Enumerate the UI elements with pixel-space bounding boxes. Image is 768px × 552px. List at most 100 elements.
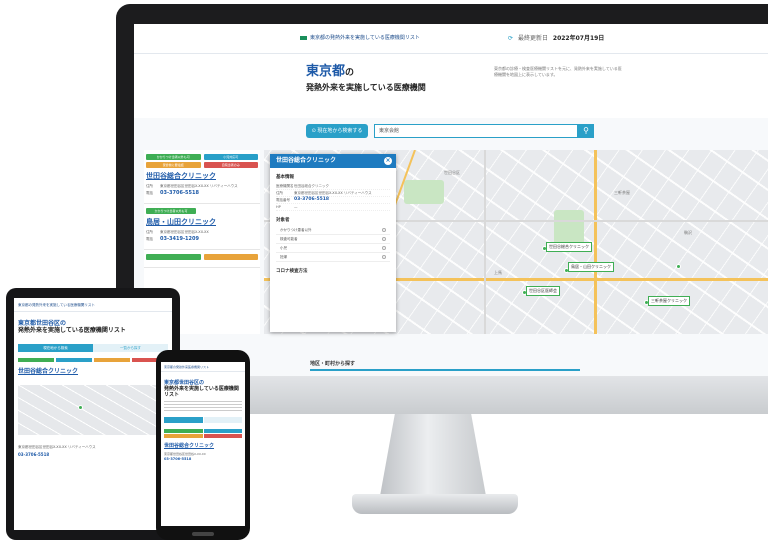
list-item[interactable]: かかりつけ患者以外も可 鳥居・山田クリニック 住所 東京都世田谷区世田谷X-XX-… bbox=[144, 204, 260, 250]
detail-key: HP bbox=[276, 205, 281, 209]
tablet-page-title: 東京都世田谷区の 発熱外来を実施している医療機関リスト bbox=[18, 320, 168, 334]
map-marker-label[interactable]: 鳥居・山田クリニック bbox=[568, 262, 614, 272]
map-place-label: 駒沢 bbox=[684, 230, 692, 235]
map-marker-label[interactable]: 三軒茶屋クリニック bbox=[648, 296, 690, 306]
badge bbox=[18, 358, 54, 362]
detail-key: 住所 bbox=[276, 191, 283, 195]
address-value: 東京都世田谷区世田谷X-XX-XX bbox=[160, 230, 209, 234]
location-button-label: 現在地から検索する bbox=[317, 128, 363, 134]
search-button[interactable]: ⚲ bbox=[578, 124, 594, 138]
close-icon[interactable]: × bbox=[384, 157, 392, 165]
tablet-button-row: 現在地から検索 一覧から探す bbox=[18, 344, 168, 352]
park-area bbox=[404, 180, 444, 204]
hero-note: 東京都の診療・検査医療機関リストを元に、発熱外来を実施している医療機関を地図上に… bbox=[494, 66, 622, 77]
phone-link[interactable]: 03-3706-5518 bbox=[18, 452, 168, 457]
search-input[interactable]: 東京会館 bbox=[374, 124, 578, 138]
detail-row: 医療機関名 世田谷総合クリニック bbox=[276, 183, 390, 190]
phone-link[interactable]: 03-3419-1209 bbox=[160, 237, 199, 242]
tablet-device: 東京都の発熱外来を実施している医療機関リスト 東京都世田谷区の 発熱外来を実施して… bbox=[6, 288, 180, 540]
map-marker-label[interactable]: 世田谷総合クリニック bbox=[546, 242, 592, 252]
update-label: 最終更新日 bbox=[517, 35, 548, 42]
detail-row: HP — bbox=[276, 204, 390, 211]
section-heading: 基本情報 bbox=[276, 175, 294, 180]
badge bbox=[146, 254, 201, 260]
badge bbox=[164, 434, 203, 438]
list-item[interactable]: かかりつけ患者以外も可 小児対応可 受診前に要電話 自院患者のみ 世田谷総合クリ… bbox=[144, 150, 260, 204]
logo-icon bbox=[300, 35, 307, 40]
home-indicator bbox=[192, 532, 214, 536]
phone-button-row bbox=[164, 417, 242, 423]
address-row: 住所 東京都世田谷区世田谷X-XX-XX bbox=[146, 230, 258, 235]
target-label: かかりつけ患者以外 bbox=[280, 228, 312, 232]
monitor-base bbox=[352, 494, 518, 514]
detail-key: 医療機関名 bbox=[276, 184, 294, 188]
target-label: 妊婦 bbox=[280, 255, 287, 259]
phone-label: 電話 bbox=[146, 237, 153, 241]
address-label: 住所 bbox=[146, 184, 153, 188]
tablet-header[interactable]: 東京都の発熱外来を実施している医療機関リスト bbox=[14, 298, 172, 312]
map-place-label: 上馬 bbox=[494, 270, 502, 275]
badge: 受診前に要電話 bbox=[146, 162, 201, 168]
location-search-button[interactable]: ⊙ 現在地から検索する bbox=[306, 124, 368, 138]
target-row: 妊婦 bbox=[276, 253, 390, 262]
clinic-name[interactable]: 世田谷総合クリニック bbox=[164, 442, 242, 449]
detail-value: 東京都世田谷区世田谷X-XX-XX リバティーハウス bbox=[294, 191, 372, 195]
logo-text: 東京都の発熱外来を実施している医療機関リスト bbox=[310, 35, 420, 41]
clinic-name[interactable]: 世田谷総合クリニック bbox=[18, 366, 168, 375]
clinic-detail-popup: 世田谷総合クリニック × 基本情報 医療機関名 世田谷総合クリニック 住所 東京都世… bbox=[270, 154, 396, 332]
address-row: 住所 東京都世田谷区世田谷X-XX-XX リバティーハウス bbox=[146, 184, 258, 189]
target-label: 検査可能者 bbox=[280, 237, 298, 241]
badge: かかりつけ患者以外も可 bbox=[146, 208, 196, 214]
detail-key: 電話番号 bbox=[276, 198, 290, 202]
phone-link[interactable]: 03-3706-5518 bbox=[164, 457, 242, 461]
circle-icon bbox=[382, 255, 386, 259]
map-place-label: 三軒茶屋 bbox=[614, 190, 630, 195]
last-updated: ⟳ 最終更新日 2022年07月19日 bbox=[508, 33, 604, 42]
target-label: 小児 bbox=[280, 246, 287, 250]
popup-header: 世田谷総合クリニック × bbox=[270, 154, 396, 168]
circle-icon bbox=[382, 246, 386, 250]
badge bbox=[203, 254, 258, 260]
detail-value: — bbox=[294, 205, 298, 209]
map-pin[interactable] bbox=[78, 405, 83, 410]
address-label: 住所 bbox=[146, 230, 153, 234]
location-search-button[interactable]: 現在地から検索 bbox=[18, 344, 93, 352]
clinic-name[interactable]: 世田谷総合クリニック bbox=[146, 171, 258, 181]
phone-screen: 東京都の発熱外来医療機関リスト 東京都世田谷区の 発熱外来を実施している医療機関リ… bbox=[161, 362, 245, 526]
major-road bbox=[594, 150, 597, 334]
map-place-label: 世田谷区 bbox=[444, 170, 460, 175]
badge-row: かかりつけ患者以外も可 小児対応可 bbox=[146, 154, 258, 160]
section-heading: 対象者 bbox=[276, 218, 290, 223]
tablet-map[interactable] bbox=[18, 385, 168, 435]
phone-link[interactable]: 03-3706-5518 bbox=[160, 191, 199, 196]
text-block bbox=[164, 401, 242, 411]
map-marker-label[interactable]: 世田谷区医師会 bbox=[526, 286, 560, 296]
region-heading: 地区・町村から探す bbox=[310, 361, 356, 367]
badge-row bbox=[18, 358, 168, 362]
detail-row: 住所 東京都世田谷区世田谷X-XX-XX リバティーハウス bbox=[276, 190, 390, 197]
site-header: 東京都の発熱外来を実施している医療機関リスト ⟳ 最終更新日 2022年07月1… bbox=[134, 24, 768, 54]
list-search-button[interactable] bbox=[203, 417, 242, 423]
badge: 自院患者のみ bbox=[203, 162, 258, 168]
location-search-button[interactable] bbox=[164, 417, 203, 423]
address-value: 東京都世田谷区世田谷X-XX-XX リバティーハウス bbox=[160, 184, 238, 188]
circle-icon bbox=[382, 237, 386, 241]
hero: 東京都の 発熱外来を実施している医療機関 東京都の診療・検査医療機関リストを元に… bbox=[134, 54, 768, 118]
phone-device: 東京都の発熱外来医療機関リスト 東京都世田谷区の 発熱外来を実施している医療機関リ… bbox=[156, 350, 250, 540]
title-highlight: 東京都世田谷区の bbox=[18, 320, 67, 327]
popup-title: 世田谷総合クリニック bbox=[276, 157, 337, 164]
clinic-name[interactable]: 鳥居・山田クリニック bbox=[146, 217, 258, 227]
map-pin[interactable] bbox=[676, 264, 681, 269]
desktop-screen: 東京都の発熱外来を実施している医療機関リスト ⟳ 最終更新日 2022年07月1… bbox=[134, 24, 768, 378]
update-date: 2022年07月19日 bbox=[552, 35, 605, 42]
phone-header[interactable]: 東京都の発熱外来医療機関リスト bbox=[161, 362, 245, 372]
badge bbox=[203, 434, 242, 438]
detail-value: 世田谷総合クリニック bbox=[294, 184, 329, 188]
divider bbox=[310, 369, 580, 371]
site-logo[interactable]: 東京都の発熱外来を実施している医療機関リスト bbox=[300, 34, 420, 41]
section-heading: コロナ検査方法 bbox=[276, 269, 308, 274]
phone-link[interactable]: 03-3706-5518 bbox=[294, 197, 329, 203]
list-search-button[interactable]: 一覧から探す bbox=[93, 344, 168, 352]
list-item[interactable] bbox=[144, 250, 260, 268]
tablet-screen: 東京都の発熱外来を実施している医療機関リスト 東京都世田谷区の 発熱外来を実施して… bbox=[14, 298, 172, 530]
